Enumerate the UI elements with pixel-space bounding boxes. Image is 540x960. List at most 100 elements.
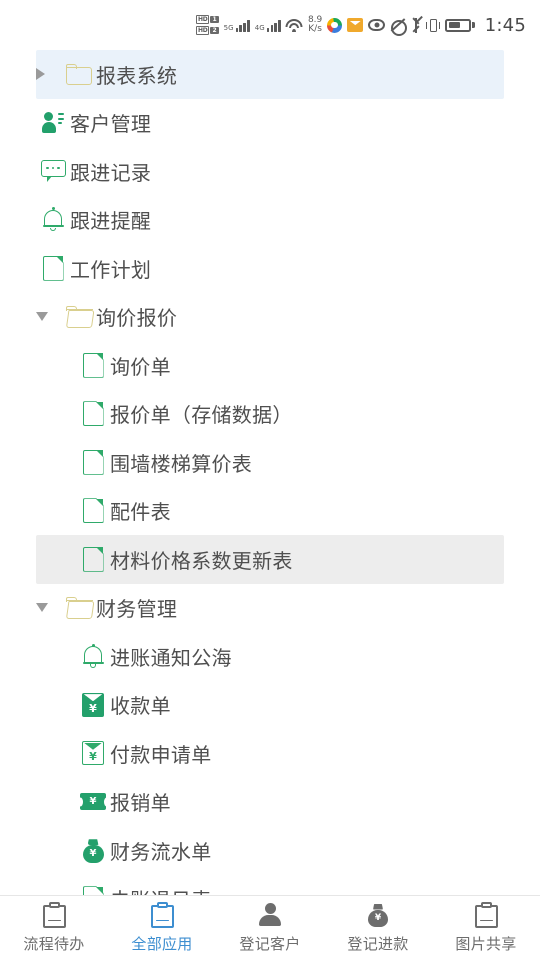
tree-item-leaf[interactable]: 进账通知公海	[36, 632, 504, 681]
tab-label: 流程待办	[23, 935, 85, 953]
tab-3[interactable]: 登记客户	[216, 896, 324, 960]
person-icon	[259, 902, 281, 928]
tree-item-label: 配件表	[110, 500, 171, 525]
folder-open-icon	[66, 306, 95, 328]
tree-item-leaf[interactable]: 跟进记录	[36, 147, 504, 196]
tree-item-label: 报销单	[110, 791, 171, 816]
battery-icon	[445, 18, 475, 32]
status-bar: HD 1 HD 2 5G 4G 8.9 K/s 1:45	[0, 0, 540, 50]
tree-item-leaf[interactable]: 配件表	[36, 487, 504, 536]
tree-item-leaf[interactable]: 围墙楼梯算价表	[36, 438, 504, 487]
signal-bars-sim1-icon: 5G	[224, 19, 250, 32]
tree-item-label: 材料价格系数更新表	[110, 548, 293, 573]
network-speed-unit: K/s	[308, 24, 322, 34]
tree-item-icon: ¥	[76, 741, 110, 766]
tab-2[interactable]: 全部应用	[108, 896, 216, 960]
tree-item-label: 工作计划	[70, 257, 152, 282]
tree-item-leaf[interactable]: 跟进提醒	[36, 196, 504, 245]
tree-item-label: 跟进记录	[70, 160, 152, 185]
document-icon	[82, 886, 104, 895]
tree-item-icon: ¥	[76, 838, 110, 863]
tree-item-label: 客户管理	[70, 112, 152, 137]
tree-item-folder[interactable]: 询价报价	[36, 293, 504, 342]
bottom-tab-bar[interactable]: 流程待办 全部应用 登记客户 ¥ 登记进款 图片共享	[0, 895, 540, 960]
sim2-number: 2	[210, 27, 219, 34]
tree-item-leaf[interactable]: ¥ 付款申请单	[36, 729, 504, 778]
tree-item-label: 报表系统	[96, 63, 178, 88]
alarm-off-icon	[390, 18, 408, 36]
vibrate-icon	[426, 18, 441, 32]
clipboard-icon	[474, 902, 498, 928]
clipboard-icon	[42, 902, 66, 928]
tree-item-label: 进账通知公海	[110, 645, 232, 670]
chevron-down-icon[interactable]	[36, 603, 62, 613]
tree-item-icon	[62, 597, 96, 619]
chrome-icon	[327, 17, 343, 33]
dual-sim-hd-indicator: HD 1 HD 2	[196, 15, 219, 35]
network-speed-indicator: 8.9 K/s	[308, 16, 322, 34]
tree-item-leaf[interactable]: 询价单	[36, 341, 504, 390]
tree-item-icon	[76, 643, 110, 669]
tree-item-leaf[interactable]: 报价单（存储数据）	[36, 390, 504, 439]
tree-item-label: 财务管理	[96, 597, 178, 622]
tree-item-label: 围墙楼梯算价表	[110, 451, 253, 476]
money-bag-icon: ¥	[367, 903, 389, 928]
tree-item-icon	[76, 546, 110, 572]
tree-item-leaf[interactable]: 材料价格系数更新表	[36, 535, 504, 584]
mail-icon	[347, 18, 364, 32]
tab-label: 全部应用	[131, 935, 193, 953]
hd-icon-sim2: HD	[196, 26, 210, 35]
folder-open-icon	[66, 597, 95, 619]
wifi-icon	[285, 18, 303, 32]
tab-1[interactable]: 流程待办	[0, 896, 108, 960]
tree-item-label: 未账退日表	[110, 884, 212, 895]
status-bar-clock: 1:45	[484, 14, 526, 36]
tree-item-leaf[interactable]: ¥ 收款单	[36, 681, 504, 730]
envelope-yuan-outline-icon: ¥	[82, 741, 104, 766]
document-icon	[82, 546, 104, 572]
clipboard-icon	[150, 902, 174, 928]
chevron-down-icon[interactable]	[36, 312, 62, 322]
tree-item-icon	[36, 255, 70, 281]
tree-item-icon	[36, 160, 70, 183]
document-icon	[82, 449, 104, 475]
tree-item-leaf[interactable]: 客户管理	[36, 99, 504, 148]
bell-icon	[42, 207, 64, 232]
tab-4[interactable]: ¥ 登记进款	[324, 896, 432, 960]
status-bar-left-icons: HD 1 HD 2 5G 4G 8.9 K/s 1:45	[196, 15, 526, 36]
hd-icon-sim1: HD	[196, 15, 210, 24]
bell-icon	[82, 643, 104, 669]
tree-item-label: 收款单	[110, 694, 171, 719]
network-type-sim1: 5G	[223, 23, 234, 32]
app-tree-list[interactable]: 报表系统客户管理跟进记录跟进提醒工作计划询价报价询价单报价单（存储数据） 围墙楼梯…	[0, 50, 540, 895]
tree-item-icon	[62, 63, 96, 85]
tree-item-icon: ¥	[76, 793, 110, 811]
tree-item-folder[interactable]: 财务管理	[36, 584, 504, 633]
envelope-yuan-filled-icon: ¥	[82, 692, 104, 717]
tree-item-label: 询价单	[110, 354, 171, 379]
tree-item-leaf[interactable]: ¥ 报销单	[36, 778, 504, 827]
tree-item-leaf[interactable]: ¥ 财务流水单	[36, 826, 504, 875]
bluetooth-icon	[410, 15, 423, 33]
tree-item-label: 付款申请单	[110, 742, 212, 767]
tree-item-icon	[76, 401, 110, 427]
document-icon	[82, 401, 104, 427]
tree-item-label: 财务流水单	[110, 839, 212, 864]
tree-item-folder[interactable]: 报表系统	[36, 50, 504, 99]
eye-icon	[368, 19, 386, 31]
contacts-person-icon	[41, 111, 65, 134]
tree-item-label: 跟进提醒	[70, 209, 152, 234]
money-bag-icon: ¥	[82, 838, 105, 863]
document-icon	[82, 352, 104, 378]
chat-bubble-icon	[40, 160, 66, 183]
tree-item-leaf[interactable]: 未账退日表	[36, 875, 504, 895]
chevron-right-icon[interactable]	[36, 68, 62, 81]
tree-item-leaf[interactable]: 工作计划	[36, 244, 504, 293]
tree-item-icon	[76, 449, 110, 475]
network-type-sim2: 4G	[254, 23, 265, 32]
tree-item-label: 报价单（存储数据）	[110, 403, 293, 428]
signal-bars-sim2-icon: 4G	[255, 19, 281, 32]
tab-5[interactable]: 图片共享	[432, 896, 540, 960]
ticket-yuan-icon: ¥	[77, 793, 109, 811]
tree-item-icon	[76, 352, 110, 378]
